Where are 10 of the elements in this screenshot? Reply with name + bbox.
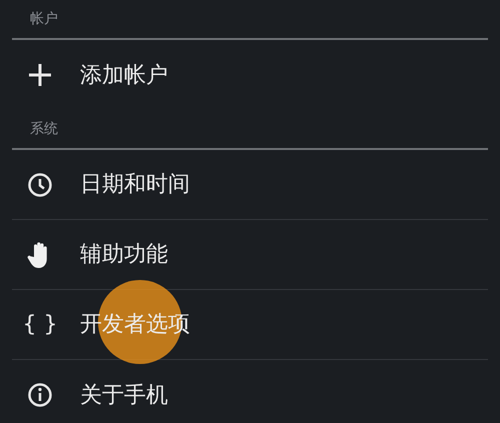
braces-icon: { } [22,308,58,341]
clock-icon [27,172,53,198]
settings-item[interactable]: 辅助功能 [80,238,168,271]
info-icon [27,382,53,408]
settings-item[interactable]: 添加帐户 [80,58,168,92]
section-header: 系统 [30,120,58,139]
plus-icon [27,62,53,88]
settings-item[interactable]: 日期和时间 [80,168,190,201]
settings-item[interactable]: 关于手机 [80,378,168,412]
section-header: 帐户 [30,10,58,29]
